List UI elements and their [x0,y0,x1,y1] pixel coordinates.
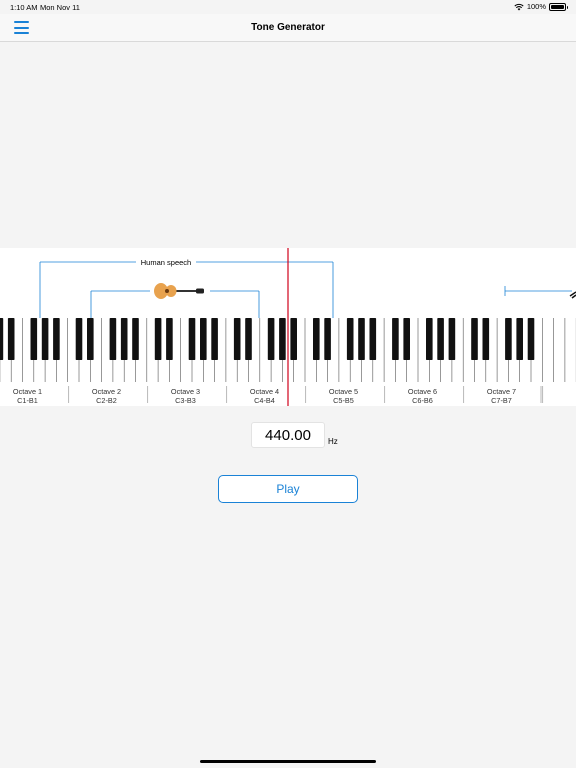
black-key[interactable] [166,318,173,360]
guitar-icon [154,283,204,299]
home-indicator [200,760,376,763]
black-key[interactable] [505,318,512,360]
black-key[interactable] [324,318,331,360]
black-key[interactable] [53,318,60,360]
black-key[interactable] [471,318,478,360]
black-key[interactable] [358,318,365,360]
octave-name: Octave 6 [408,387,437,396]
octave-range: C5-B5 [333,396,354,405]
octave-name: Octave 5 [329,387,358,396]
black-key[interactable] [132,318,139,360]
black-key[interactable] [7,318,15,360]
navigation-bar: Tone Generator [0,14,576,42]
frequency-unit: Hz [328,437,338,446]
black-key[interactable] [200,318,207,360]
black-key[interactable] [154,318,162,360]
octave-name: Octave 7 [487,387,516,396]
partial-icon [569,291,576,299]
status-time: 1:10 AM [10,3,38,12]
black-key[interactable] [426,318,433,360]
frequency-input[interactable]: 440.00 [251,422,325,448]
black-key[interactable] [279,318,286,360]
black-key[interactable] [392,318,399,360]
black-key[interactable] [346,318,354,360]
piano-keyboard[interactable]: Human speech Octave 1C1-B1 Octave 2C2-B2 O… [0,248,576,406]
black-key[interactable] [30,318,38,360]
octave-range: C6-B6 [412,396,433,405]
octave-name: Octave 4 [250,387,279,396]
black-key[interactable] [75,318,83,360]
black-key[interactable] [313,318,320,360]
battery-icon [549,2,568,11]
wifi-icon [514,3,524,10]
black-key[interactable] [527,318,535,360]
black-key[interactable] [188,318,196,360]
page-title: Tone Generator [251,22,325,33]
black-key[interactable] [369,318,377,360]
black-key[interactable] [109,318,117,360]
black-key[interactable] [437,318,444,360]
black-key[interactable] [245,318,252,360]
black-key[interactable] [267,318,275,360]
octave-name: Octave 2 [92,387,121,396]
black-key[interactable] [233,318,241,360]
black-key[interactable] [87,318,94,360]
black-key[interactable] [516,318,523,360]
black-key[interactable] [0,318,4,360]
octave-name: Octave 3 [171,387,200,396]
octave-range: C3-B3 [175,396,196,405]
range-label-human-speech: Human speech [141,258,191,267]
status-bar: 1:10 AM Mon Nov 11 100% [0,0,576,14]
black-key[interactable] [482,318,490,360]
status-date: Mon Nov 11 [40,3,80,12]
black-key[interactable] [120,318,128,360]
black-key[interactable] [41,318,49,360]
play-button[interactable]: Play [218,475,358,503]
black-key[interactable] [211,318,218,360]
battery-percent: 100% [526,2,546,11]
status-right: 100% [514,2,568,11]
octave-name: Octave 1 [13,387,42,396]
octave-range: C7-B7 [491,396,512,405]
black-key[interactable] [448,318,456,360]
piano-keyboard-panel[interactable]: Human speech Octave 1 C1-B1 Octave 2 C2-B2 O… [0,248,576,406]
octave-range: C1-B1 [17,396,38,405]
black-key[interactable] [290,318,297,360]
octave-range: C2-B2 [96,396,117,405]
black-key[interactable] [403,318,410,360]
octave-range: C4-B4 [254,396,275,405]
